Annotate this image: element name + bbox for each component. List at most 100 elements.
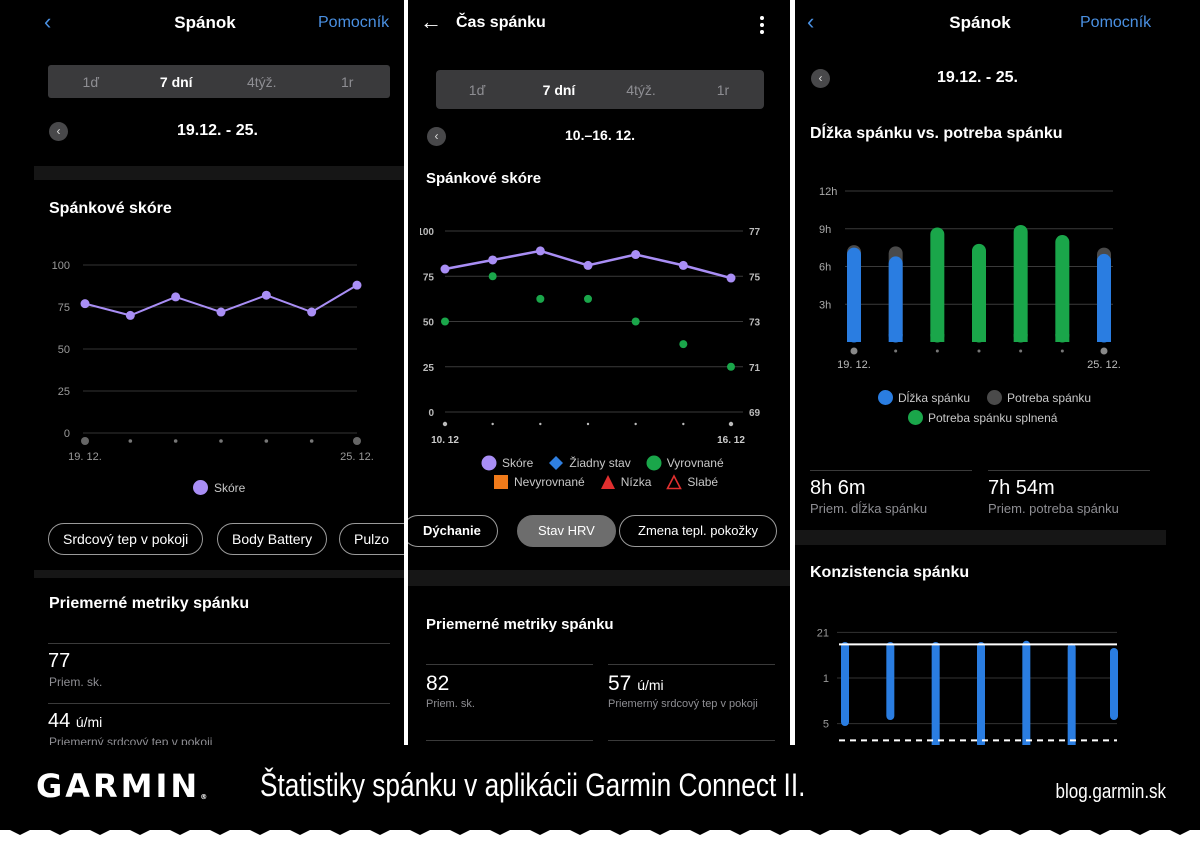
- hrv-point: [584, 294, 592, 303]
- x-tick-marker: [682, 422, 685, 426]
- score-point: [352, 280, 362, 290]
- chip-hrv-status[interactable]: Stav HRV: [517, 515, 616, 547]
- chip-skin-temp[interactable]: Zmena tepl. pokožky: [619, 515, 777, 547]
- legend-circle-icon: [646, 455, 662, 471]
- back-chevron-icon[interactable]: ‹: [44, 11, 51, 33]
- x-tick-label: 16. 12: [717, 435, 745, 446]
- bar-base: [1055, 334, 1070, 342]
- y-tick-label: 21: [817, 627, 829, 639]
- x-tick-marker: [353, 437, 361, 445]
- registered-mark: ®: [200, 793, 208, 801]
- metric-avg-score-value: 82: [426, 672, 450, 695]
- chip-breathing[interactable]: Dýchanie: [408, 515, 498, 547]
- avg-duration-label: Priem. dĺžka spánku: [810, 501, 928, 516]
- divider: [608, 664, 775, 665]
- previous-period-button[interactable]: ‹: [49, 122, 68, 141]
- y2-tick-label: 75: [749, 272, 761, 283]
- segment-3[interactable]: 1r: [682, 82, 764, 98]
- score-point: [583, 260, 593, 270]
- section-title-duration-vs-need: Dĺžka spánku vs. potreba spánku: [810, 125, 1063, 142]
- previous-period-button[interactable]: ‹: [811, 69, 830, 88]
- section-title-consistency: Konzistencia spánku: [810, 564, 970, 581]
- section-divider: [795, 530, 1166, 545]
- x-tick-marker: [539, 422, 542, 426]
- metric-rhr-unit: ú/mi: [75, 714, 103, 730]
- legend-square-icon: [494, 475, 508, 489]
- garmin-logo: GARMIN®: [36, 767, 207, 805]
- metric-rhr-value: 57 ú/mi: [608, 672, 664, 696]
- date-range: 10.–16. 12.: [565, 127, 636, 143]
- back-chevron-icon[interactable]: ‹: [807, 11, 814, 33]
- segment-1[interactable]: 7 dní: [518, 82, 600, 98]
- metric-rhr-unit: ú/mi: [637, 677, 664, 693]
- section-divider: [34, 570, 404, 578]
- page-title: Spánok: [174, 13, 236, 32]
- avg-need-value: 7h 54m: [988, 477, 1055, 499]
- segment-2[interactable]: 4týž.: [219, 74, 305, 90]
- divider: [608, 740, 775, 741]
- hrv-point: [488, 272, 497, 281]
- section-divider: [34, 166, 404, 180]
- divider: [426, 740, 593, 741]
- x-tick-marker: [850, 347, 858, 355]
- kebab-menu-icon[interactable]: [760, 16, 764, 37]
- previous-period-button[interactable]: ‹: [427, 127, 446, 146]
- chip-body-battery[interactable]: Body Battery: [217, 523, 328, 555]
- page-title: Spánok: [949, 13, 1011, 32]
- help-link[interactable]: Pomocník: [318, 14, 389, 32]
- period-segmented-control: 1ď 7 dní 4týž. 1r: [48, 65, 390, 98]
- score-point: [80, 299, 90, 309]
- avg-duration-value: 8h 6m: [810, 477, 866, 499]
- segment-0[interactable]: 1ď: [436, 82, 518, 98]
- back-arrow-icon[interactable]: ←: [420, 11, 442, 33]
- bar-base: [930, 334, 945, 342]
- divider: [48, 703, 390, 704]
- x-tick-marker: [442, 421, 448, 427]
- metric-avg-score-label: Priem. sk.: [49, 675, 103, 689]
- x-tick-label: 25. 12.: [1087, 359, 1121, 371]
- footer-title: Štatistiky spánku v aplikácii Garmin Con…: [260, 767, 806, 803]
- y-tick-label: 75: [58, 302, 70, 314]
- legend-row: Skóre Žiadny stav Vyrovnané: [481, 455, 734, 471]
- segment-0[interactable]: 1ď: [48, 74, 134, 90]
- y-tick-label: 1: [823, 673, 829, 685]
- section-title-avg-metrics: Priemerné metriky spánku: [426, 616, 614, 633]
- x-tick-marker: [586, 422, 590, 426]
- section-title-avg-metrics: Priemerné metriky spánku: [49, 595, 250, 612]
- bar-base: [972, 334, 986, 342]
- y-tick-label: 50: [58, 344, 70, 356]
- duration-bar: [1097, 253, 1111, 343]
- sleep-range-bar: [841, 642, 849, 726]
- x-tick-marker: [264, 439, 269, 443]
- x-tick-label: 25. 12.: [340, 451, 374, 463]
- legend-label: Potreba spánku splnená: [928, 410, 1058, 425]
- help-link[interactable]: Pomocník: [1080, 14, 1151, 32]
- hrv-point: [631, 317, 640, 326]
- x-tick-marker: [977, 349, 981, 353]
- y-tick-label: 0: [428, 408, 434, 419]
- y-tick-label: 25: [423, 363, 435, 374]
- need-met-bar: [1013, 224, 1028, 343]
- score-point: [171, 292, 181, 302]
- duration-bar: [888, 256, 903, 343]
- segment-1[interactable]: 7 dní: [134, 74, 220, 90]
- chip-pulse-ox[interactable]: Pulzo: [339, 523, 404, 555]
- segment-3[interactable]: 1r: [305, 74, 391, 90]
- bar-base: [888, 334, 903, 342]
- y-tick-label: 100: [52, 260, 70, 272]
- y2-tick-label: 73: [749, 318, 761, 329]
- sleep-consistency-chart: 21159: [817, 627, 1118, 745]
- y-tick-label: 5: [823, 719, 829, 731]
- x-tick-marker: [309, 439, 314, 443]
- y-tick-label: 6h: [819, 262, 831, 274]
- sleep-range-bar: [1022, 640, 1031, 745]
- legend-label: Nevyrovnané: [514, 475, 585, 489]
- sleep-range-bar: [1067, 643, 1076, 745]
- need-met-bar: [1055, 235, 1070, 343]
- x-tick-label: 19. 12.: [68, 451, 102, 463]
- segment-2[interactable]: 4týž.: [600, 82, 682, 98]
- score-point: [307, 307, 317, 317]
- chip-resting-heart-rate[interactable]: Srdcový tep v pokoji: [48, 523, 204, 555]
- chart-legend-row-2: Potreba spánku splnená: [908, 410, 1057, 425]
- y-tick-label: 25: [58, 386, 70, 398]
